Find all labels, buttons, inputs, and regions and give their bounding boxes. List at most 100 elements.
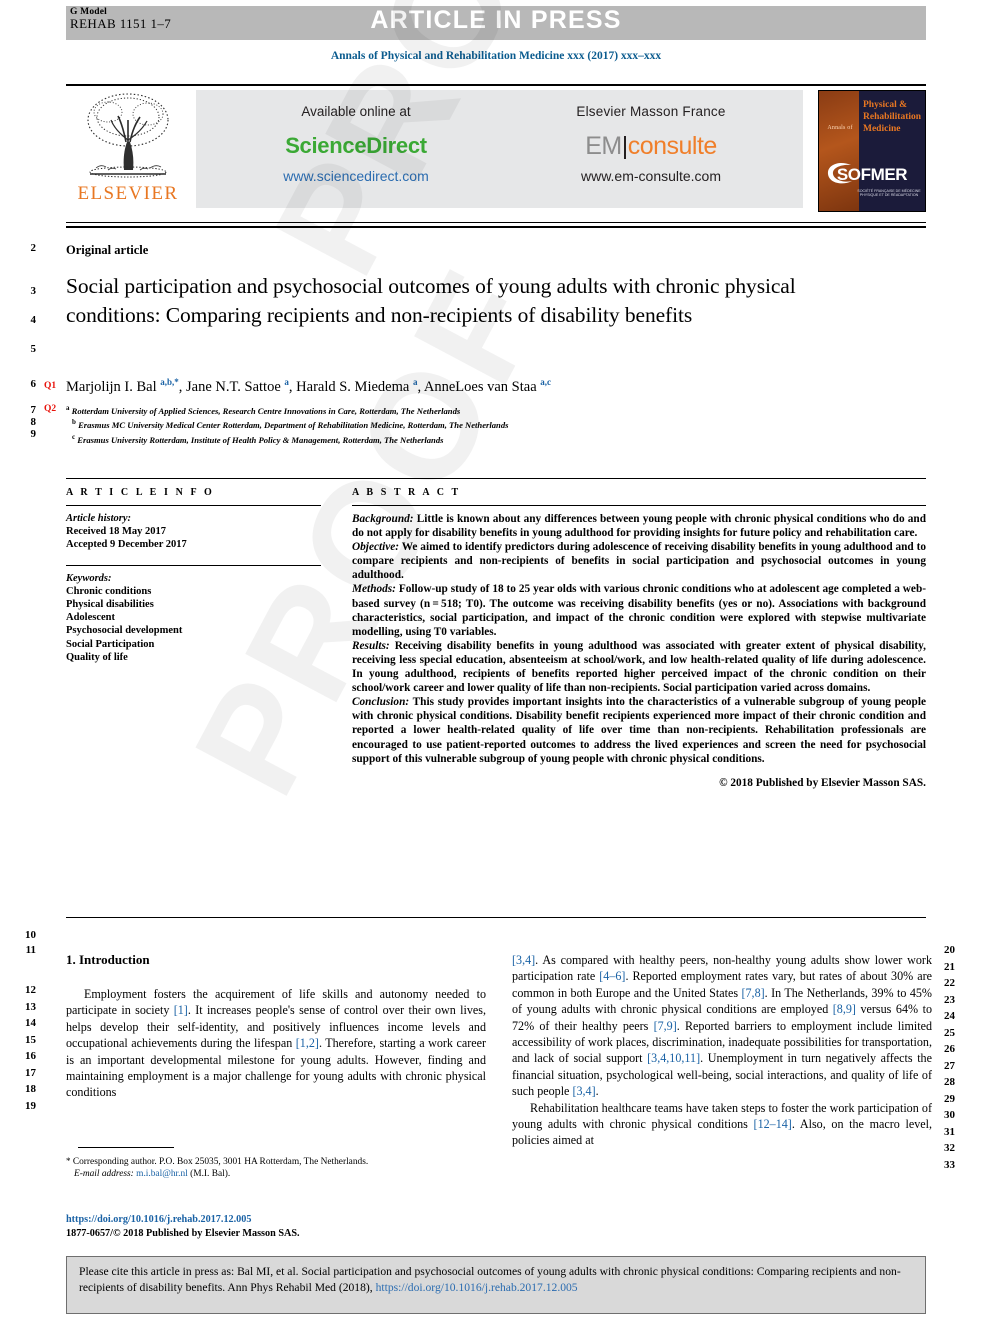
sofmer-wordmark: SOFMER (836, 165, 908, 184)
line-number: 14 (25, 1017, 36, 1029)
keywords-block: Keywords: Chronic conditions Physical di… (66, 572, 321, 664)
cover-left-panel (819, 91, 859, 211)
line-number: 10 (25, 929, 36, 941)
journal-cover-thumbnail: Annals of Physical & Rehabilitation Medi… (818, 90, 926, 212)
keyword-item: Physical disabilities (66, 599, 154, 611)
abstract-section: Methods: Follow-up study of 18 to 25 yea… (352, 582, 926, 638)
affiliation-item: b Erasmus MC University Medical Center R… (66, 417, 866, 431)
line-number: 12 (25, 984, 36, 996)
line-number: 27 (944, 1060, 955, 1072)
article-info-heading: A R T I C L E I N F O (66, 487, 215, 498)
doi-block: https://doi.org/10.1016/j.rehab.2017.12.… (66, 1213, 486, 1240)
sciencedirect-block: Available online at ScienceDirect www.sc… (211, 104, 501, 184)
query-tag-q1[interactable]: Q1 (44, 381, 56, 391)
line-number: 24 (944, 1010, 955, 1022)
keyword-item: Social Participation (66, 638, 155, 650)
abstract-section-label: Results: (352, 639, 390, 652)
line-number: 30 (944, 1109, 955, 1121)
abstract-section-label: Methods: (352, 583, 396, 596)
sciencedirect-wordmark: ScienceDirect (285, 133, 427, 158)
elsevier-wordmark: ELSEVIER (77, 183, 179, 204)
line-number: 28 (944, 1076, 955, 1088)
footnote-rule (78, 1147, 174, 1148)
abstract-section-text: Little is known about any differences be… (352, 513, 926, 540)
article-info-rule (66, 505, 321, 506)
elsevier-logo: ELSEVIER (66, 90, 190, 210)
em-suffix: consulte (627, 132, 718, 160)
cover-title-line1: Physical & (863, 100, 908, 110)
article-type-label: Original article (66, 243, 149, 257)
abstract-section: Background: Little is known about any di… (352, 512, 926, 540)
line-number: 5 (30, 343, 37, 355)
line-number: 26 (944, 1043, 955, 1055)
body-column-left: 1. Introduction Employment fosters the a… (66, 952, 486, 1101)
abstract-rule (352, 505, 926, 506)
available-online-label: Available online at (301, 104, 411, 119)
line-number: 20 (944, 944, 955, 956)
line-number: 18 (25, 1083, 36, 1095)
accepted-date: Accepted 9 December 2017 (66, 539, 187, 551)
abstract-section-label: Objective: (352, 541, 400, 554)
abstract-section: Conclusion: This study provides importan… (352, 695, 926, 765)
body-paragraph-rehabilitation: Rehabilitation healthcare teams have tak… (512, 1100, 932, 1148)
query-tag-q2[interactable]: Q2 (44, 404, 56, 414)
line-number: 6 (30, 378, 37, 390)
journal-reference-line: Annals of Physical and Rehabilitation Me… (330, 50, 662, 62)
affiliation-list: a Rotterdam University of Applied Scienc… (66, 403, 866, 446)
doi-link[interactable]: https://doi.org/10.1016/j.rehab.2017.12.… (66, 1213, 486, 1227)
received-date: Received 18 May 2017 (66, 526, 167, 538)
article-history-label: Article history: (66, 513, 132, 524)
abstract-copyright: © 2018 Published by Elsevier Masson SAS. (719, 776, 926, 789)
affiliation-item: a Rotterdam University of Applied Scienc… (66, 403, 866, 417)
cover-title-line2: Rehabilitation (863, 112, 922, 122)
info-section-bottom-rule (66, 917, 926, 918)
abstract-section-label: Conclusion: (352, 696, 410, 709)
banner-bottom-rule (66, 222, 926, 223)
keyword-item: Chronic conditions (66, 585, 152, 597)
keyword-item: Quality of life (66, 651, 128, 663)
line-number: 21 (944, 961, 955, 973)
line-number: 23 (944, 994, 955, 1006)
cite-in-press-text: Please cite this article in press as: Ba… (67, 1257, 925, 1302)
em-consulte-url[interactable]: www.em-consulte.com (506, 168, 796, 184)
keywords-rule (66, 564, 321, 566)
keyword-item: Adolescent (66, 612, 115, 624)
intro-paragraph: Employment fosters the acquirement of li… (66, 987, 487, 1100)
abstract-section: Results: Receiving disability benefits i… (352, 639, 926, 695)
cite-doi-link[interactable]: https://doi.org/10.1016/j.rehab.2017.12.… (376, 1281, 578, 1294)
email-owner: (M.I. Bal). (190, 1169, 231, 1180)
affiliation-marker: b (72, 418, 76, 427)
publisher-label: Elsevier Masson France (576, 104, 726, 119)
affiliation-marker: c (72, 432, 76, 441)
abstract-section-text: We aimed to identify predictors during a… (352, 541, 926, 582)
affiliation-item: c Erasmus University Rotterdam, Institut… (66, 432, 866, 446)
cover-journal-title: Physical & Rehabilitation Medicine (863, 99, 923, 135)
abstract-column: A B S T R A C T Background: Little is kn… (352, 487, 926, 789)
sciencedirect-url[interactable]: www.sciencedirect.com (211, 168, 501, 184)
em-prefix: EM (585, 132, 622, 160)
email-label: E-mail address: (74, 1169, 134, 1180)
abstract-section-text: Follow-up study of 18 to 25 year olds wi… (352, 583, 926, 638)
article-info-column: A R T I C L E I N F O Article history: R… (66, 487, 321, 664)
cover-title-line3: Medicine (863, 124, 901, 134)
abstract-section-text: This study provides important insights i… (352, 696, 926, 765)
corresponding-email[interactable]: m.i.bal@hr.nl (136, 1169, 188, 1179)
line-number: 16 (25, 1050, 36, 1062)
line-number: 13 (25, 1001, 36, 1013)
affiliation-text: Rotterdam University of Applied Sciences… (71, 405, 461, 416)
abstract-heading: A B S T R A C T (352, 487, 461, 498)
line-number: 29 (944, 1093, 955, 1105)
line-number: 3 (30, 285, 37, 297)
line-number: 25 (944, 1027, 955, 1039)
line-number: 15 (25, 1034, 36, 1046)
line-number: 19 (25, 1100, 36, 1112)
article-in-press-text: ARTICLE IN PRESS (370, 6, 622, 34)
em-consulte-block: Elsevier Masson France EM|consulte www.e… (506, 104, 796, 184)
info-section-top-rule (66, 478, 926, 479)
issn-copyright-line: 1877-0657/© 2018 Published by Elsevier M… (66, 1227, 300, 1239)
author-list: Marjolijn I. Bal a,b,*, Jane N.T. Sattoe… (66, 377, 552, 395)
abstract-section-label: Background: (352, 513, 414, 525)
abstract-section-text: Receiving disability benefits in young a… (352, 639, 926, 695)
line-number: 32 (944, 1142, 955, 1154)
section-heading-introduction: 1. Introduction (66, 952, 150, 967)
